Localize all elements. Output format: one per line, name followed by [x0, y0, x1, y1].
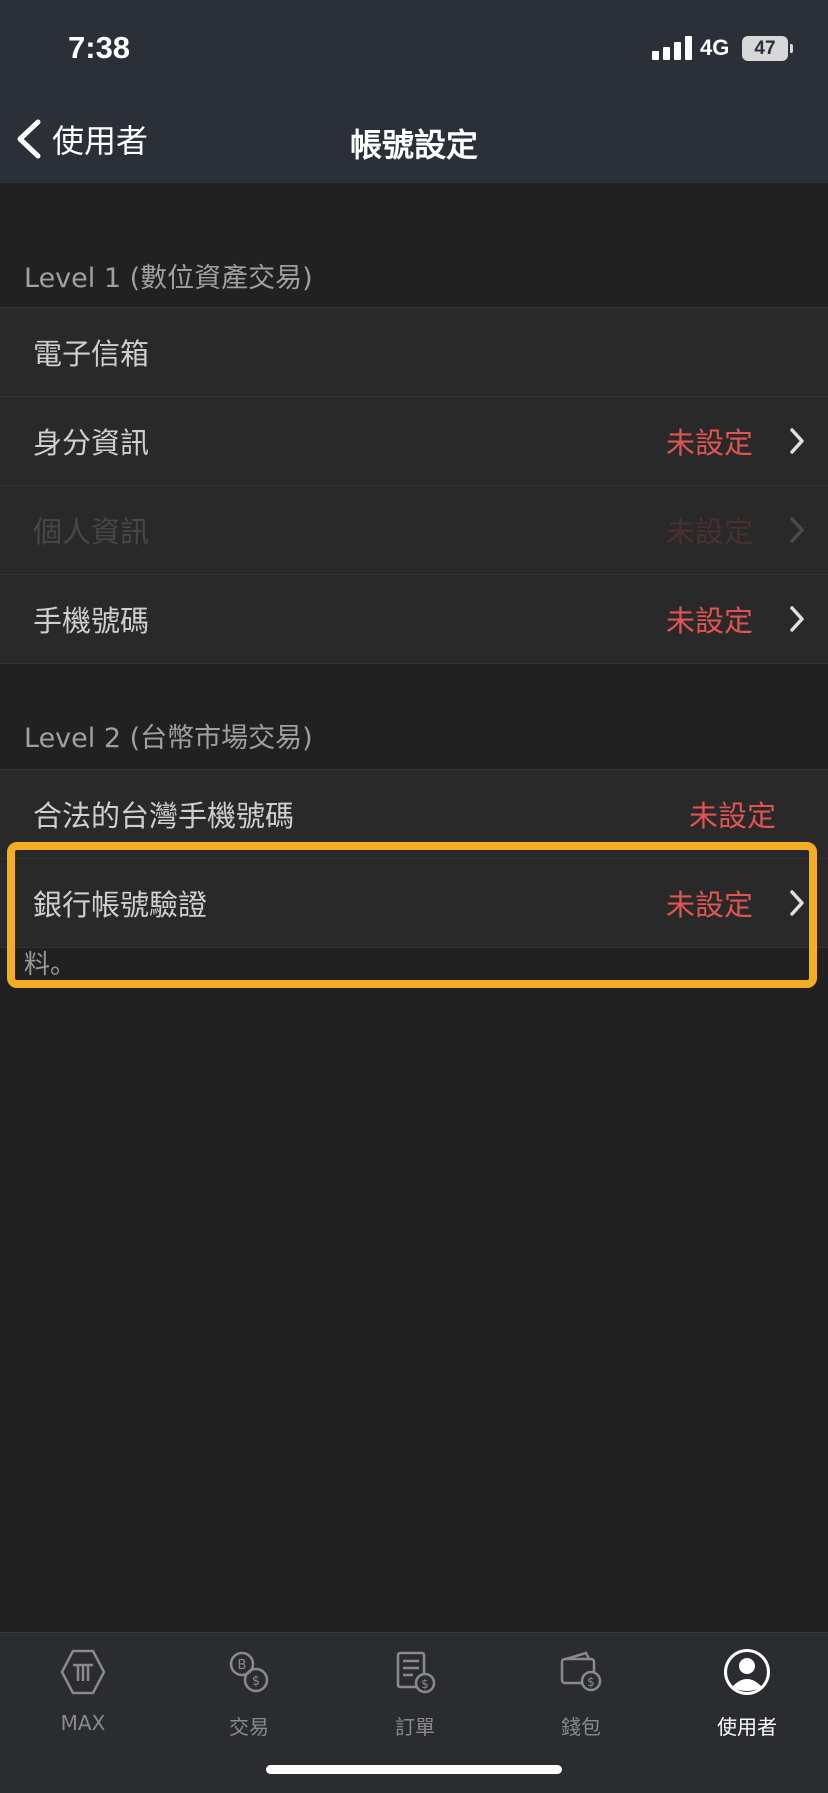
svg-text:$: $: [587, 1675, 595, 1689]
wallet-icon: $: [560, 1651, 602, 1692]
max-logo-icon: [60, 1649, 106, 1695]
signal-icon: [652, 36, 694, 60]
exchange-icon: B $: [229, 1651, 269, 1693]
tab-label: 錢包: [561, 1715, 601, 1739]
row-label: 手機號碼: [33, 604, 150, 638]
row-email[interactable]: 電子信箱: [0, 308, 828, 397]
section-header-level2: Level 2 (台幣市場交易): [24, 723, 313, 754]
tab-orders[interactable]: $ 訂單: [332, 1647, 498, 1747]
level1-list: 電子信箱 身分資訊 未設定 個人資訊 未設定 手機號碼 未設定: [0, 307, 828, 664]
tab-label: MAX: [60, 1711, 106, 1735]
network-type: 4G: [700, 35, 730, 60]
tab-wallet[interactable]: $ 錢包: [498, 1647, 664, 1747]
row-label: 合法的台灣手機號碼: [33, 799, 295, 833]
chevron-right-icon: [790, 428, 804, 454]
battery-icon: 47: [742, 36, 793, 61]
orders-icon: $: [396, 1651, 436, 1694]
tab-max[interactable]: MAX: [0, 1647, 166, 1747]
svg-text:$: $: [252, 1674, 260, 1689]
row-identity-info[interactable]: 身分資訊 未設定: [0, 397, 828, 486]
svg-text:$: $: [421, 1677, 429, 1691]
status-bar: 7:38 4G 47: [0, 0, 828, 96]
row-label: 個人資訊: [33, 515, 150, 549]
page-title: 帳號設定: [349, 126, 478, 164]
tab-user[interactable]: 使用者: [664, 1647, 828, 1747]
row-label: 電子信箱: [33, 337, 150, 371]
tab-trade[interactable]: B $ 交易: [166, 1647, 332, 1747]
user-icon: [724, 1649, 770, 1695]
tab-label: 交易: [229, 1715, 269, 1739]
tab-label: 使用者: [717, 1715, 777, 1739]
highlight-box: [7, 842, 817, 988]
navigation-bar: 使用者 帳號設定: [0, 96, 828, 183]
section-header-level1: Level 1 (數位資產交易): [24, 263, 313, 294]
row-phone-number[interactable]: 手機號碼 未設定: [0, 575, 828, 664]
status-not-set: 未設定: [688, 799, 776, 833]
status-not-set: 未設定: [665, 604, 753, 638]
row-label: 身分資訊: [33, 426, 150, 460]
chevron-right-icon: [790, 606, 804, 632]
status-not-set: 未設定: [665, 515, 753, 549]
row-personal-info[interactable]: 個人資訊 未設定: [0, 486, 828, 575]
tab-label: 訂單: [395, 1715, 435, 1739]
home-indicator: [266, 1765, 562, 1774]
status-not-set: 未設定: [665, 426, 753, 460]
chevron-right-icon: [790, 517, 804, 543]
svg-text:B: B: [238, 1658, 247, 1673]
status-time: 7:38: [68, 30, 131, 65]
